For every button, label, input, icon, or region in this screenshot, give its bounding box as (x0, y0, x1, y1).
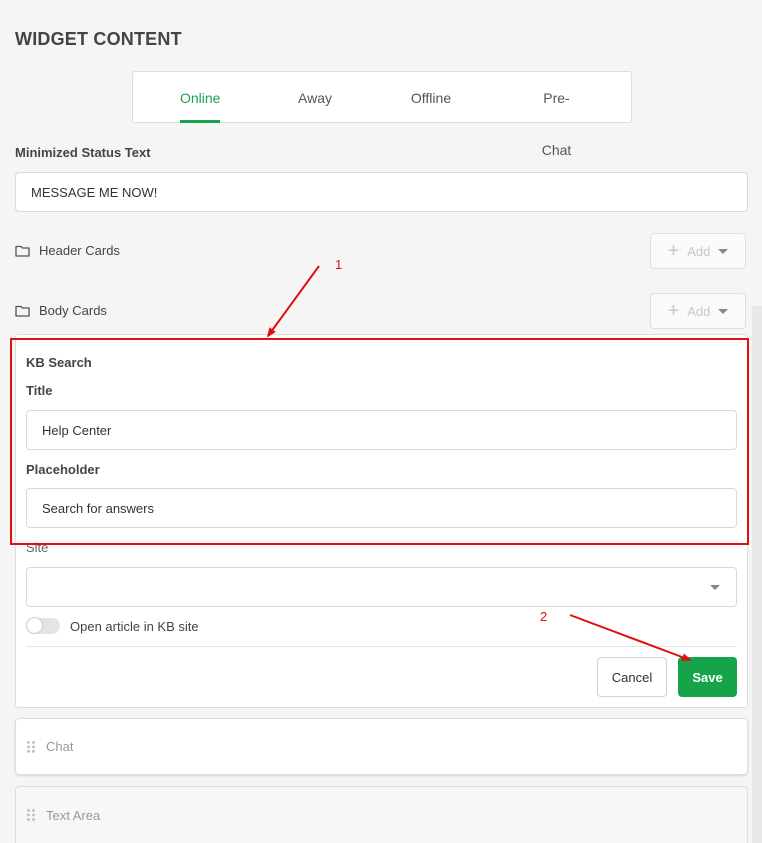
annotation-arrow-1 (266, 265, 320, 338)
annotation-label-1: 1 (335, 257, 343, 272)
text-area-card-label: Text Area (46, 807, 101, 823)
minimized-status-input[interactable]: MESSAGE ME NOW! (15, 172, 748, 212)
chevron-down-icon (718, 248, 729, 254)
tab-online[interactable]: Online (180, 72, 220, 123)
body-cards-add-button[interactable]: + Add (650, 293, 746, 329)
body-cards-row: Body Cards (15, 303, 107, 318)
folder-icon (15, 245, 30, 257)
minimized-status-value: MESSAGE ME NOW! (31, 184, 158, 200)
open-in-kb-label: Open article in KB site (70, 618, 199, 634)
kb-placeholder-value: Search for answers (42, 500, 154, 516)
open-in-kb-toggle-row: Open article in KB site (26, 617, 199, 634)
header-cards-add-button[interactable]: + Add (650, 233, 746, 269)
header-cards-row: Header Cards (15, 243, 120, 258)
minimized-status-label: Minimized Status Text (15, 145, 151, 160)
drag-handle-icon[interactable] (26, 740, 36, 754)
annotation-label-2: 2 (540, 609, 548, 624)
folder-icon (15, 305, 30, 317)
tab-offline[interactable]: Offline (409, 72, 453, 122)
toggle-knob (26, 617, 43, 634)
header-cards-add-label: Add (687, 243, 711, 259)
body-cards-add-label: Add (687, 303, 711, 319)
section-title: WIDGET CONTENT (15, 29, 182, 49)
kb-title-label: Title (26, 383, 53, 398)
drag-handle-icon[interactable] (26, 808, 36, 822)
chevron-down-icon (718, 308, 729, 314)
kb-placeholder-input[interactable]: Search for answers (26, 488, 737, 528)
body-cards-label: Body Cards (39, 303, 107, 318)
cancel-button[interactable]: Cancel (597, 657, 667, 697)
kb-site-label: Site (26, 540, 49, 555)
tab-pre-chat[interactable]: Pre-Chat (529, 72, 584, 158)
kb-search-section-label: KB Search (26, 355, 92, 370)
header-cards-label: Header Cards (39, 243, 120, 258)
open-in-kb-toggle[interactable] (26, 617, 60, 634)
plus-icon: + (667, 300, 680, 322)
chat-card-label: Chat (46, 739, 74, 754)
tab-away[interactable]: Away (297, 72, 333, 122)
status-tabs: Online Away Offline Pre-Chat (132, 71, 632, 158)
text-area-card[interactable]: Text Area (15, 786, 748, 843)
save-button[interactable]: Save (678, 657, 737, 697)
kb-divider (26, 646, 737, 647)
kb-title-input[interactable]: Help Center (26, 410, 737, 450)
kb-site-select[interactable] (26, 567, 737, 607)
chevron-down-icon (710, 585, 720, 590)
chat-card[interactable]: Chat (15, 718, 748, 775)
kb-title-value: Help Center (42, 422, 112, 438)
kb-placeholder-label: Placeholder (26, 462, 100, 477)
plus-icon: + (667, 240, 680, 262)
scrollbar[interactable] (752, 306, 762, 843)
